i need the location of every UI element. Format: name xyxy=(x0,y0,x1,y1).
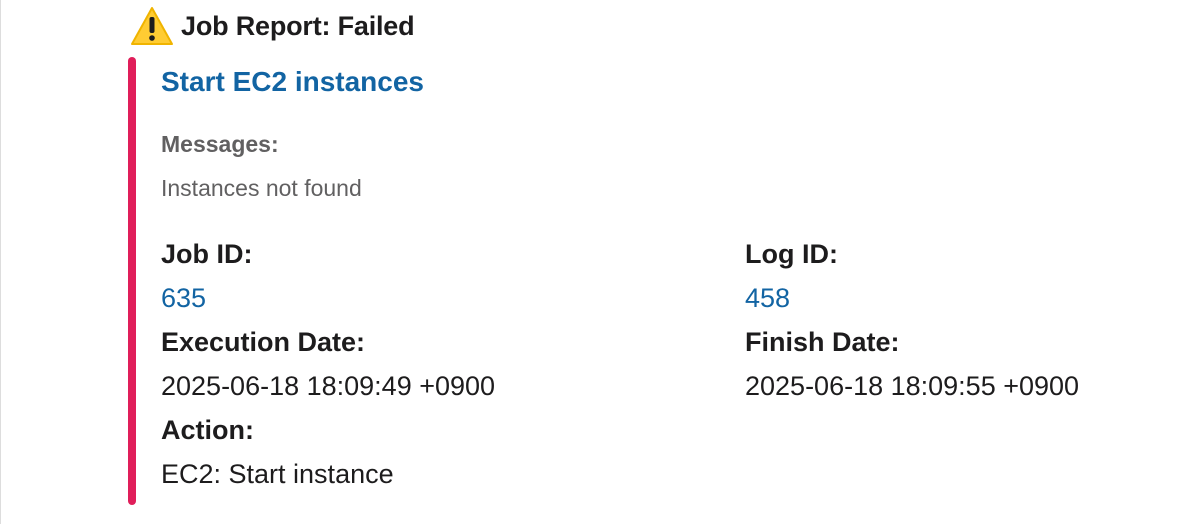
job-id-value[interactable]: 635 xyxy=(161,283,206,314)
log-id-value[interactable]: 458 xyxy=(745,283,790,314)
finish-date-label: Finish Date: xyxy=(745,327,900,357)
action-label: Action: xyxy=(161,415,254,445)
messages-text: Instances not found xyxy=(161,175,362,201)
finish-date-value: 2025-06-18 18:09:55 +0900 xyxy=(745,371,1080,401)
left-divider xyxy=(0,0,1,524)
log-id-label: Log ID: xyxy=(745,239,838,269)
action-value: EC2: Start instance xyxy=(161,459,394,489)
header-title: Job Report: Failed xyxy=(181,10,415,41)
execution-date-label: Execution Date: xyxy=(161,327,366,357)
job-report-attachment: Start EC2 instances Messages: Instances … xyxy=(128,57,1128,505)
attachment-title-link[interactable]: Start EC2 instances xyxy=(161,66,424,98)
attachment-color-bar xyxy=(128,57,136,505)
messages-label: Messages: xyxy=(161,131,279,157)
message-header: Job Report: Failed xyxy=(130,6,415,46)
warning-icon xyxy=(131,7,173,45)
job-id-label: Job ID: xyxy=(161,239,253,269)
execution-date-value: 2025-06-18 18:09:49 +0900 xyxy=(161,371,496,401)
